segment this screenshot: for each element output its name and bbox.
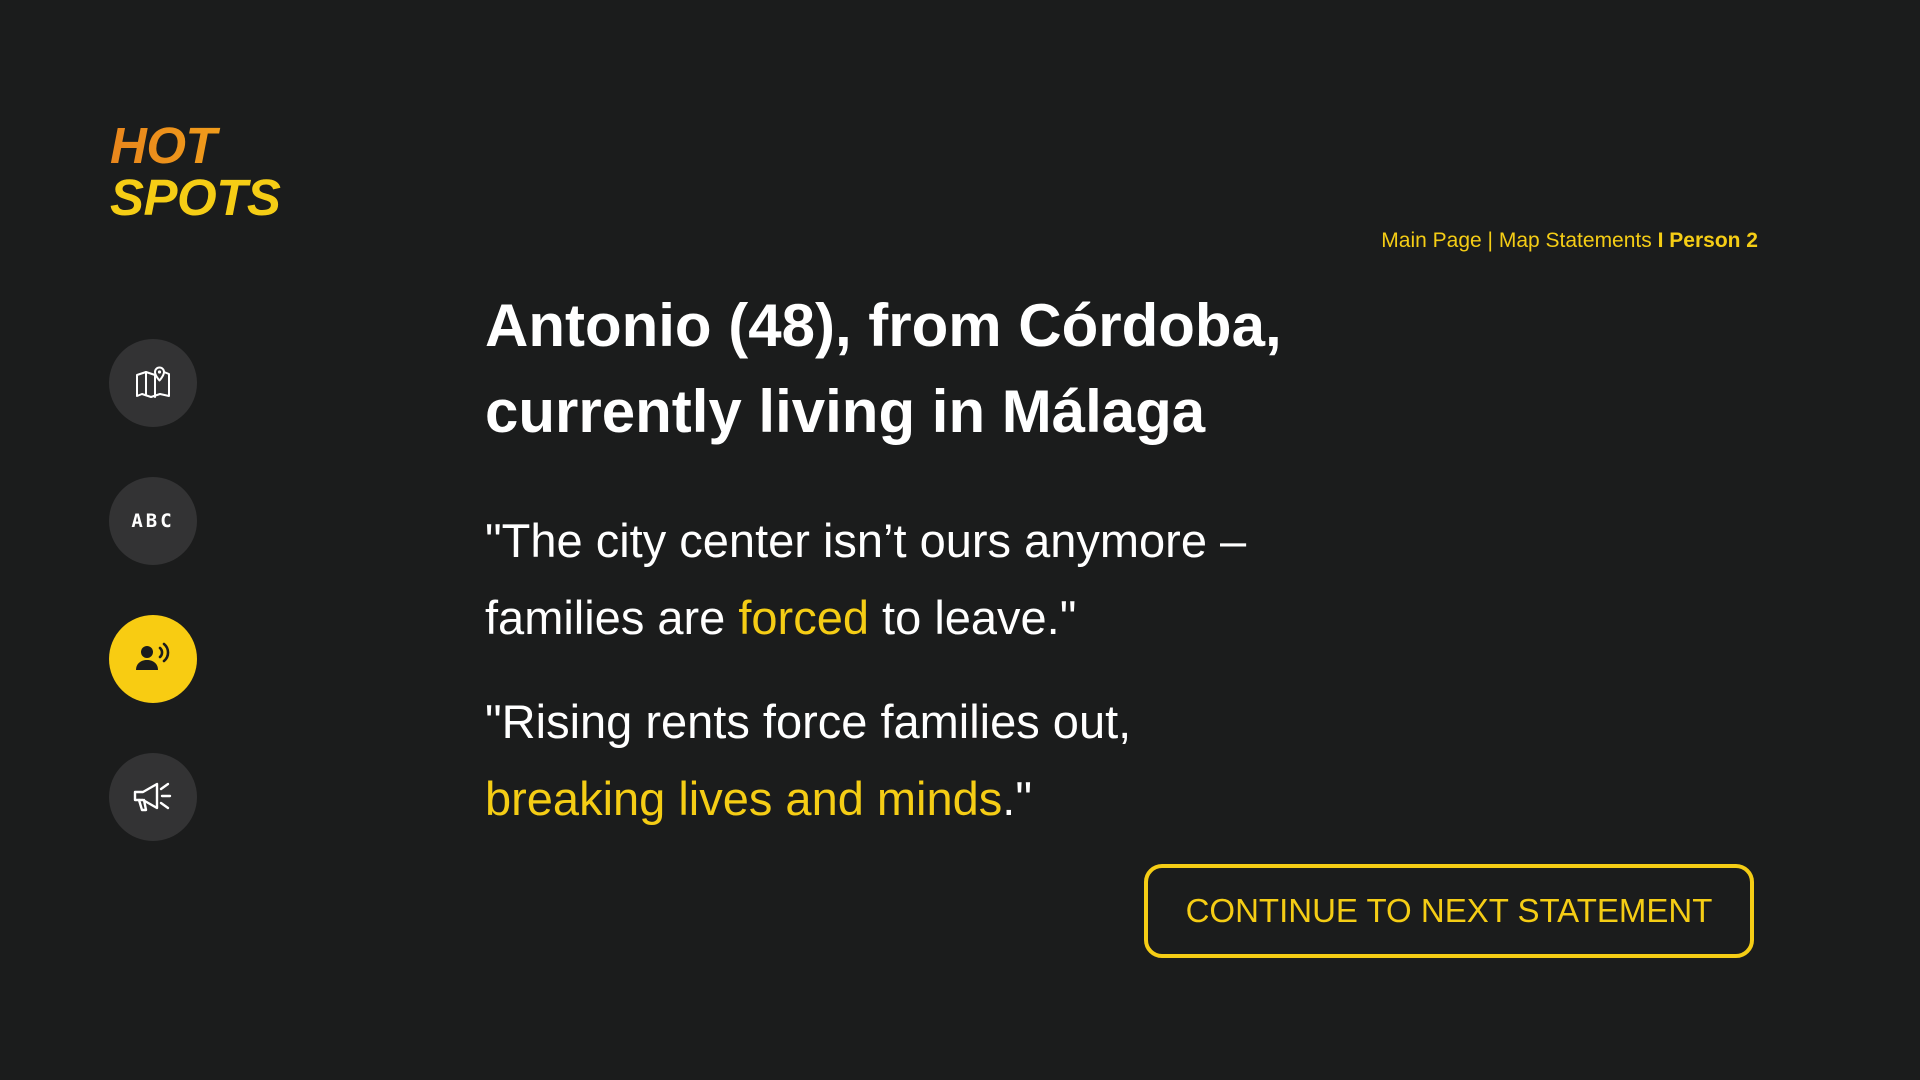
- quote-2-highlight: breaking lives and minds: [485, 772, 1003, 825]
- breadcrumb-current-separator: I: [1657, 229, 1664, 252]
- breadcrumb: Main Page | Map Statements I Person 2: [1381, 229, 1758, 253]
- quote-2-line-1: "Rising rents force families out,: [485, 695, 1132, 748]
- logo-line-spots: SPOTS: [110, 169, 281, 226]
- person-speaking-icon: [136, 642, 170, 670]
- person-heading-line-2: currently living in Málaga: [485, 378, 1206, 445]
- breadcrumb-current-person: Person 2: [1669, 229, 1758, 252]
- quote-1-line-2-pre: families are: [485, 591, 739, 644]
- breadcrumb-map-statements[interactable]: Map Statements: [1499, 229, 1652, 252]
- statement-quote-2: "Rising rents force families out, breaki…: [485, 683, 1385, 837]
- statement-quote-1: "The city center isn’t ours anymore – fa…: [485, 502, 1385, 656]
- quote-1-highlight: forced: [738, 591, 869, 644]
- quote-2-line-2-post: .": [1002, 772, 1033, 825]
- breadcrumb-main-page[interactable]: Main Page: [1381, 229, 1481, 252]
- abc-icon: ABC: [131, 510, 175, 532]
- nav-button-abc[interactable]: ABC: [109, 477, 197, 565]
- map-pin-icon: [136, 366, 170, 398]
- page: HOT SPOTS ABC Main Page | Map Statements…: [0, 0, 1920, 1080]
- nav-button-map[interactable]: [109, 339, 197, 427]
- breadcrumb-separator: |: [1487, 229, 1493, 252]
- logo[interactable]: HOT SPOTS: [110, 120, 281, 226]
- quote-1-line-1: "The city center isn’t ours anymore –: [485, 514, 1247, 567]
- person-heading-line-1: Antonio (48), from Córdoba,: [485, 292, 1282, 359]
- nav-button-campaign[interactable]: [109, 753, 197, 841]
- continue-next-statement-button[interactable]: CONTINUE TO NEXT STATEMENT: [1144, 864, 1754, 958]
- person-heading: Antonio (48), from Córdoba, currently li…: [485, 283, 1385, 455]
- megaphone-icon: [133, 782, 172, 812]
- quote-1-line-2-post: to leave.": [869, 591, 1077, 644]
- logo-line-hot: HOT: [110, 120, 280, 172]
- nav-button-statements[interactable]: [109, 615, 197, 703]
